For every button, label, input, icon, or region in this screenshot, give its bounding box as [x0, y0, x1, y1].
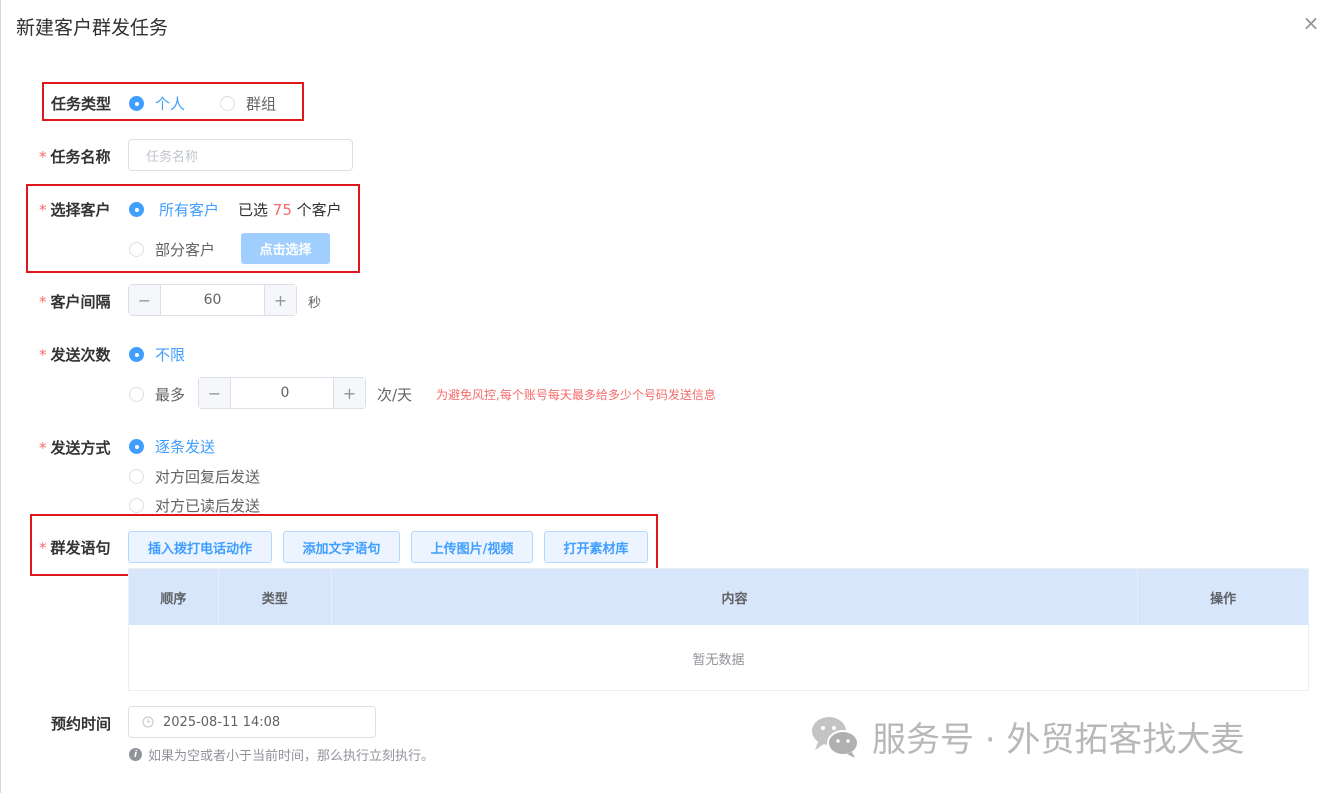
selected-prefix: 已选 [238, 201, 269, 219]
radio-max-label: 最多 [155, 386, 186, 404]
radio-dot[interactable] [129, 387, 144, 402]
required-mark: * [39, 201, 47, 219]
interval-stepper[interactable]: − 60 + [128, 284, 297, 316]
radio-dot[interactable] [129, 439, 144, 454]
table-empty-text: 暂无数据 [692, 652, 745, 668]
task-name-label-text: 任务名称 [50, 148, 111, 166]
radio-dot[interactable] [129, 242, 144, 257]
dialog-left-border [0, 0, 1, 793]
watermark: 服务号 · 外贸拓客找大麦 [810, 712, 1244, 761]
select-customer-label-text: 选择客户 [50, 201, 111, 219]
interval-increment-button[interactable]: + [264, 285, 296, 315]
send-count-unit: 次/天 [377, 386, 413, 404]
watermark-text: 服务号 · 外贸拓客找大麦 [872, 720, 1245, 760]
radio-one-by-one-label: 逐条发送 [155, 438, 216, 456]
selected-suffix: 个客户 [296, 201, 342, 219]
task-type-label: 任务类型 [51, 95, 112, 113]
radio-after-reply-label: 对方回复后发送 [155, 468, 261, 486]
radio-personal[interactable]: 个人 [129, 93, 185, 114]
choose-customers-button[interactable]: 点击选择 [241, 233, 330, 264]
send-count-label: * 发送次数 [39, 344, 111, 365]
radio-after-read-label: 对方已读后发送 [155, 497, 261, 515]
radio-partial-customers-label: 部分客户 [155, 241, 216, 259]
radio-one-by-one[interactable]: 逐条发送 [129, 436, 215, 457]
required-mark: * [39, 439, 47, 457]
close-icon[interactable]: × [1301, 13, 1321, 33]
dialog-title: 新建客户群发任务 [16, 17, 169, 39]
clock-icon [142, 716, 154, 728]
send-mode-label: * 发送方式 [39, 437, 111, 458]
wechat-icon [812, 716, 859, 758]
radio-all-customers[interactable]: 所有客户 [129, 199, 219, 220]
table-header: 顺序 类型 内容 操作 [129, 569, 1308, 625]
schedule-hint-text: 如果为空或者小于当前时间，那么执行立刻执行。 [148, 749, 435, 764]
open-library-button[interactable]: 打开素材库 [544, 531, 648, 563]
radio-unlimited[interactable]: 不限 [129, 344, 185, 365]
task-name-placeholder: 任务名称 [146, 149, 199, 165]
message-label: * 群发语句 [39, 537, 111, 558]
info-icon: i [129, 748, 142, 761]
radio-dot[interactable] [129, 469, 144, 484]
schedule-datetime-input[interactable]: 2025-08-11 14:08 [128, 706, 376, 738]
radio-dot[interactable] [129, 347, 144, 362]
radio-max[interactable]: 最多 [129, 384, 185, 405]
insert-call-action-button[interactable]: 插入拨打电话动作 [128, 531, 272, 563]
task-name-label: * 任务名称 [39, 146, 111, 167]
send-mode-label-text: 发送方式 [50, 439, 111, 457]
required-mark: * [39, 539, 47, 557]
send-count-stepper[interactable]: − 0 + [198, 377, 366, 409]
radio-personal-label: 个人 [155, 95, 186, 113]
radio-dot[interactable] [129, 202, 144, 217]
send-count-value[interactable]: 0 [231, 378, 333, 408]
radio-dot[interactable] [220, 96, 235, 111]
schedule-hint: i 如果为空或者小于当前时间，那么执行立刻执行。 [129, 745, 434, 764]
send-count-warning: 为避免风控,每个账号每天最多给多少个号码发送信息 [436, 388, 716, 402]
radio-partial-customers[interactable]: 部分客户 [129, 239, 215, 260]
schedule-label: 预约时间 [51, 715, 112, 733]
select-customer-label: * 选择客户 [39, 199, 111, 220]
radio-all-customers-label: 所有客户 [159, 201, 220, 219]
send-count-decrement-button[interactable]: − [199, 378, 231, 408]
interval-label: * 客户间隔 [39, 291, 111, 312]
interval-unit: 秒 [308, 296, 322, 311]
upload-media-button[interactable]: 上传图片/视频 [411, 531, 533, 563]
message-table: 顺序 类型 内容 操作 暂无数据 [128, 568, 1309, 691]
column-order: 顺序 [129, 569, 219, 625]
selected-count: 75 [272, 201, 292, 219]
column-type: 类型 [219, 569, 332, 625]
interval-decrement-button[interactable]: − [129, 285, 161, 315]
radio-after-reply[interactable]: 对方回复后发送 [129, 466, 260, 487]
column-actions: 操作 [1210, 591, 1237, 607]
send-count-increment-button[interactable]: + [333, 378, 365, 408]
radio-dot[interactable] [129, 498, 144, 513]
radio-dot[interactable] [129, 96, 144, 111]
required-mark: * [39, 293, 47, 311]
radio-group-label: 群组 [246, 95, 277, 113]
radio-unlimited-label: 不限 [155, 346, 186, 364]
interval-value[interactable]: 60 [161, 285, 264, 315]
add-text-button[interactable]: 添加文字语句 [283, 531, 400, 563]
schedule-datetime-value: 2025-08-11 14:08 [163, 714, 281, 730]
required-mark: * [39, 346, 47, 364]
task-name-input[interactable]: 任务名称 [128, 139, 353, 171]
interval-label-text: 客户间隔 [50, 293, 111, 311]
required-mark: * [39, 148, 47, 166]
radio-after-read[interactable]: 对方已读后发送 [129, 495, 260, 516]
message-label-text: 群发语句 [50, 539, 111, 557]
selected-count-text: 已选 75 个客户 [238, 199, 342, 220]
send-count-label-text: 发送次数 [50, 346, 111, 364]
column-content: 内容 [332, 569, 1139, 625]
radio-group[interactable]: 群组 [220, 93, 276, 114]
